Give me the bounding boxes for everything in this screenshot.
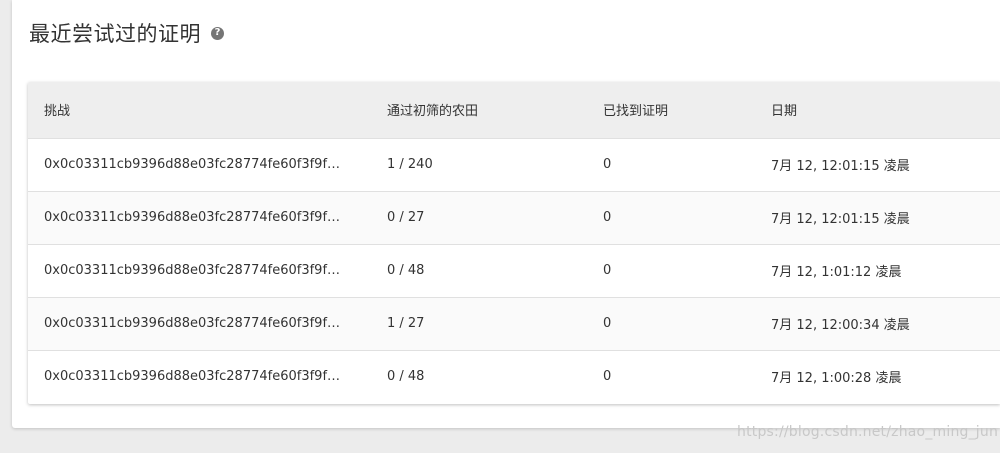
cell-challenge: 0x0c03311cb9396d88e03fc28774fe60f3f9fc..… <box>28 191 372 244</box>
cell-date: 7月 12, 1:00:28 凌晨 <box>771 371 902 387</box>
card-header: 最近尝试过的证明 ? <box>29 18 224 48</box>
column-header-date: 日期 <box>771 104 798 120</box>
cell-date: 7月 12, 12:00:34 凌晨 <box>771 318 910 333</box>
page-title: 最近尝试过的证明 <box>29 22 201 46</box>
table-row: 0x0c03311cb9396d88e03fc28774fe60f3f9fc..… <box>28 350 1000 403</box>
table-row: 0x0c03311cb9396d88e03fc28774fe60f3f9fc..… <box>28 297 1000 350</box>
watermark-url: https://blog.csdn.net/zhao_ming_jun <box>737 424 999 440</box>
column-header-proofs-found: 已找到证明 <box>603 104 669 120</box>
cell-challenge: 0x0c03311cb9396d88e03fc28774fe60f3f9fc..… <box>28 350 372 403</box>
table-header-row: 挑战 通过初筛的农田 已找到证明 日期 <box>28 82 1000 138</box>
cell-proofs-found: 0 <box>603 316 612 331</box>
cell-proofs-found: 0 <box>603 157 612 172</box>
help-icon[interactable]: ? <box>211 26 224 40</box>
challenge-hash: 0x0c03311cb9396d88e03fc28774fe60f3f9fc..… <box>44 316 344 331</box>
table-row: 0x0c03311cb9396d88e03fc28774fe60f3f9fc..… <box>28 138 1000 191</box>
table-row: 0x0c03311cb9396d88e03fc28774fe60f3f9fc..… <box>28 191 1000 244</box>
cell-proofs-found: 0 <box>603 263 612 278</box>
cell-challenge: 0x0c03311cb9396d88e03fc28774fe60f3f9fc..… <box>28 244 372 297</box>
cell-date: 7月 12, 12:01:15 凌晨 <box>771 159 910 174</box>
challenge-hash: 0x0c03311cb9396d88e03fc28774fe60f3f9fc..… <box>44 263 344 278</box>
cell-plots-passed: 0 / 27 <box>387 210 425 225</box>
cell-plots-passed: 0 / 48 <box>387 369 425 385</box>
column-header-challenge: 挑战 <box>44 104 71 120</box>
challenge-hash: 0x0c03311cb9396d88e03fc28774fe60f3f9fc..… <box>44 210 344 225</box>
proofs-table-container: 挑战 通过初筛的农田 已找到证明 日期 0x0c03311cb9396d88e0… <box>28 82 1000 404</box>
cell-proofs-found: 0 <box>603 369 612 385</box>
cell-challenge: 0x0c03311cb9396d88e03fc28774fe60f3f9fc..… <box>28 138 372 191</box>
cell-date: 7月 12, 12:01:15 凌晨 <box>771 212 910 227</box>
cell-challenge: 0x0c03311cb9396d88e03fc28774fe60f3f9fc..… <box>28 297 372 350</box>
proofs-table: 挑战 通过初筛的农田 已找到证明 日期 0x0c03311cb9396d88e0… <box>28 82 1000 403</box>
cell-plots-passed: 0 / 48 <box>387 263 425 278</box>
challenge-hash: 0x0c03311cb9396d88e03fc28774fe60f3f9fc..… <box>44 157 344 172</box>
cell-plots-passed: 1 / 240 <box>387 157 433 172</box>
challenge-hash: 0x0c03311cb9396d88e03fc28774fe60f3f9fc..… <box>44 369 344 385</box>
cell-date: 7月 12, 1:01:12 凌晨 <box>771 265 902 280</box>
cell-plots-passed: 1 / 27 <box>387 316 425 331</box>
column-header-plots-passed-filter: 通过初筛的农田 <box>387 104 479 120</box>
recent-proofs-card: 最近尝试过的证明 ? 挑战 通过初筛的农田 已找到证明 日期 0x0c03311… <box>12 0 1000 428</box>
table-row: 0x0c03311cb9396d88e03fc28774fe60f3f9fc..… <box>28 244 1000 297</box>
cell-proofs-found: 0 <box>603 210 612 225</box>
